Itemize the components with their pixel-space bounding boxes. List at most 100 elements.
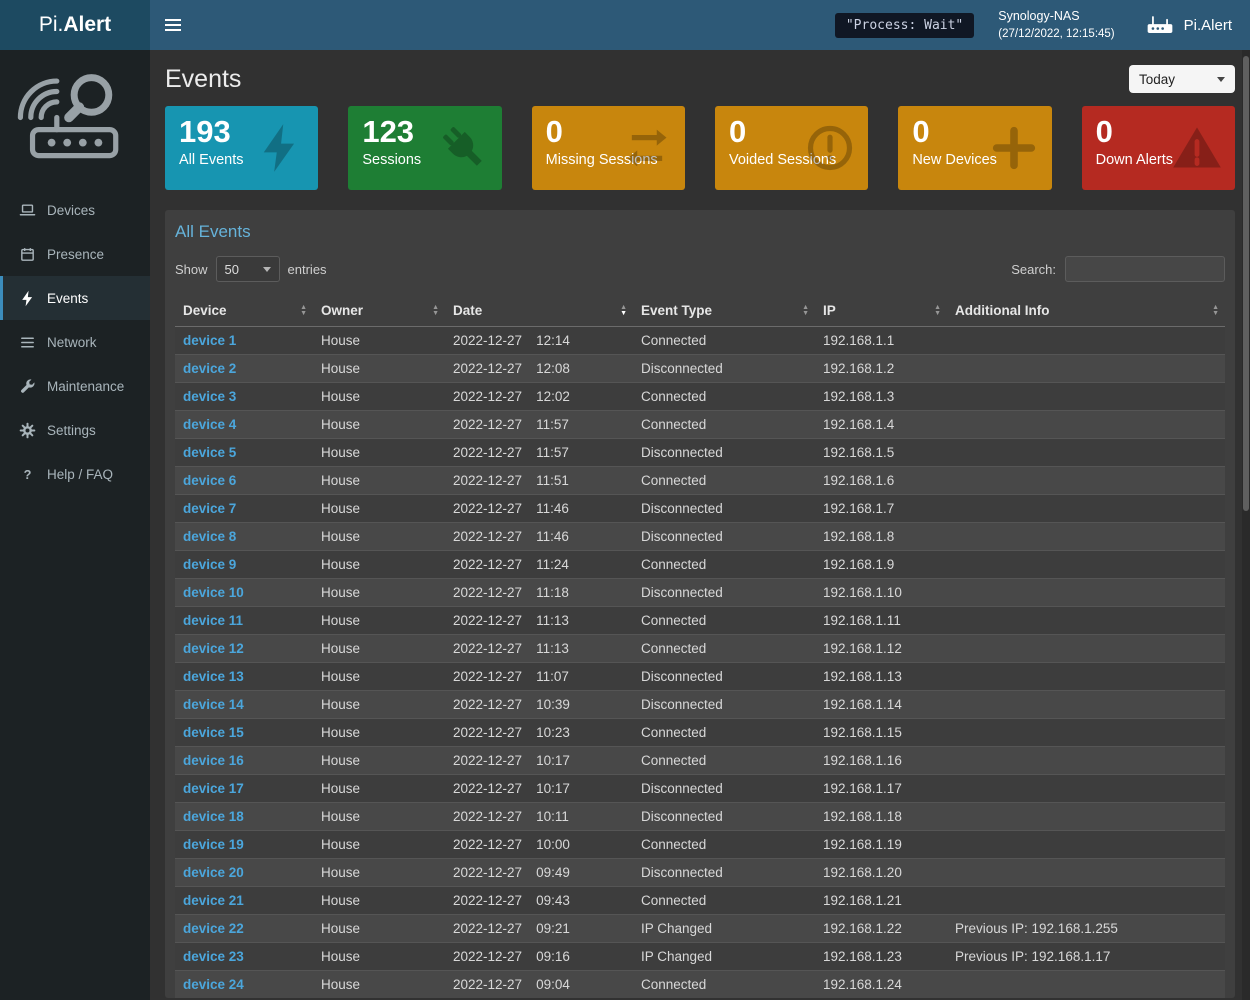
time-value: 11:24: [536, 557, 569, 572]
time-value: 11:18: [536, 585, 569, 600]
device-link[interactable]: device 4: [183, 417, 236, 432]
ip-cell: 192.168.1.10: [815, 579, 947, 607]
time-value: 10:17: [536, 753, 570, 768]
owner-cell: House: [313, 691, 445, 719]
date-value: 2022-12-27: [453, 613, 522, 628]
device-cell: device 2: [175, 355, 313, 383]
device-link[interactable]: device 22: [183, 921, 244, 936]
sidebar-item-maintenance[interactable]: Maintenance: [0, 364, 150, 408]
device-cell: device 14: [175, 691, 313, 719]
owner-cell: House: [313, 523, 445, 551]
device-link[interactable]: device 8: [183, 529, 236, 544]
column-header-label: Device: [183, 303, 227, 318]
device-cell: device 16: [175, 747, 313, 775]
device-cell: device 1: [175, 327, 313, 355]
device-link[interactable]: device 16: [183, 753, 244, 768]
question-icon: ?: [19, 466, 36, 483]
event-type-cell: Connected: [633, 719, 815, 747]
ip-cell: 192.168.1.12: [815, 635, 947, 663]
scrollbar-thumb[interactable]: [1243, 56, 1249, 511]
time-value: 11:51: [536, 473, 569, 488]
owner-cell: House: [313, 719, 445, 747]
app-ident[interactable]: Pi.Alert: [1145, 13, 1232, 37]
date-cell: 2022-12-27 11:18: [445, 579, 633, 607]
summary-card-new-devices: 0New Devices: [898, 106, 1051, 190]
device-link[interactable]: device 19: [183, 837, 244, 852]
summary-card-down-alerts: 0Down Alerts: [1082, 106, 1235, 190]
device-link[interactable]: device 10: [183, 585, 244, 600]
sidebar-item-label: Network: [47, 335, 97, 350]
summary-cards: 193All Events123Sessions0Missing Session…: [165, 106, 1235, 190]
sidebar-item-presence[interactable]: Presence: [0, 232, 150, 276]
bolt-icon: [254, 122, 306, 174]
event-type-cell: Disconnected: [633, 579, 815, 607]
column-header-owner[interactable]: Owner▲▼: [313, 295, 445, 327]
plug-icon: [438, 122, 490, 174]
events-table-body: device 1House2022-12-2712:14Connected192…: [175, 327, 1225, 999]
sidebar-item-events[interactable]: Events: [0, 276, 150, 320]
device-link[interactable]: device 5: [183, 445, 236, 460]
column-header-event-type[interactable]: Event Type▲▼: [633, 295, 815, 327]
device-link[interactable]: device 3: [183, 389, 236, 404]
column-header-additional-info[interactable]: Additional Info▲▼: [947, 295, 1225, 327]
event-type-cell: Connected: [633, 383, 815, 411]
app-logo[interactable]: Pi.Alert: [0, 0, 150, 50]
event-type-cell: Disconnected: [633, 775, 815, 803]
device-link[interactable]: device 17: [183, 781, 244, 796]
sidebar-item-network[interactable]: Network: [0, 320, 150, 364]
router-icon: [1145, 13, 1175, 37]
ip-cell: 192.168.1.22: [815, 915, 947, 943]
column-header-ip[interactable]: IP▲▼: [815, 295, 947, 327]
table-row: device 10House2022-12-2711:18Disconnecte…: [175, 579, 1225, 607]
table-row: device 1House2022-12-2712:14Connected192…: [175, 327, 1225, 355]
additional-info-cell: [947, 887, 1225, 915]
sidebar-item-devices[interactable]: Devices: [0, 188, 150, 232]
sort-icon: ▲▼: [934, 305, 941, 317]
time-value: 09:04: [536, 977, 570, 992]
page-length-selector[interactable]: 50: [216, 256, 280, 282]
column-header-device[interactable]: Device▲▼: [175, 295, 313, 327]
date-cell: 2022-12-2709:16: [445, 943, 633, 971]
device-link[interactable]: device 9: [183, 557, 236, 572]
date-cell: 2022-12-2712:14: [445, 327, 633, 355]
ip-cell: 192.168.1.4: [815, 411, 947, 439]
sidebar-toggle-button[interactable]: [150, 0, 196, 50]
period-selector[interactable]: Today: [1129, 65, 1235, 93]
device-link[interactable]: device 15: [183, 725, 244, 740]
app-name: Pi.Alert: [1184, 17, 1232, 34]
table-row: device 17House2022-12-2710:17Disconnecte…: [175, 775, 1225, 803]
device-link[interactable]: device 6: [183, 473, 236, 488]
device-link[interactable]: device 2: [183, 361, 236, 376]
plus-icon: [988, 122, 1040, 174]
ip-cell: 192.168.1.13: [815, 663, 947, 691]
time-value: 09:16: [536, 949, 570, 964]
search-input[interactable]: [1065, 256, 1225, 282]
owner-cell: House: [313, 971, 445, 999]
sidebar-item-settings[interactable]: Settings: [0, 408, 150, 452]
date-value: 2022-12-27: [453, 893, 522, 908]
device-link[interactable]: device 18: [183, 809, 244, 824]
date-value: 2022-12-27: [453, 585, 522, 600]
device-link[interactable]: device 20: [183, 865, 244, 880]
device-link[interactable]: device 14: [183, 697, 244, 712]
pialert-logo: [0, 50, 150, 166]
device-link[interactable]: device 21: [183, 893, 244, 908]
additional-info-cell: [947, 719, 1225, 747]
device-link[interactable]: device 23: [183, 949, 244, 964]
device-link[interactable]: device 1: [183, 333, 236, 348]
table-row: device 21House2022-12-2709:43Connected19…: [175, 887, 1225, 915]
navbar: "Process: Wait" Synology-NAS (27/12/2022…: [150, 0, 1250, 50]
device-link[interactable]: device 11: [183, 613, 243, 628]
sidebar-item-help-faq[interactable]: ?Help / FAQ: [0, 452, 150, 496]
ip-cell: 192.168.1.9: [815, 551, 947, 579]
device-link[interactable]: device 12: [183, 641, 244, 656]
device-link[interactable]: device 24: [183, 977, 244, 992]
device-link[interactable]: device 7: [183, 501, 236, 516]
table-row: device 7House2022-12-2711:46Disconnected…: [175, 495, 1225, 523]
event-type-cell: Connected: [633, 327, 815, 355]
date-cell: 2022-12-2709:43: [445, 887, 633, 915]
device-link[interactable]: device 13: [183, 669, 244, 684]
table-row: device 16House2022-12-2710:17Connected19…: [175, 747, 1225, 775]
table-row: device 11House2022-12-2711:13Connected19…: [175, 607, 1225, 635]
column-header-date[interactable]: Date▲▼: [445, 295, 633, 327]
